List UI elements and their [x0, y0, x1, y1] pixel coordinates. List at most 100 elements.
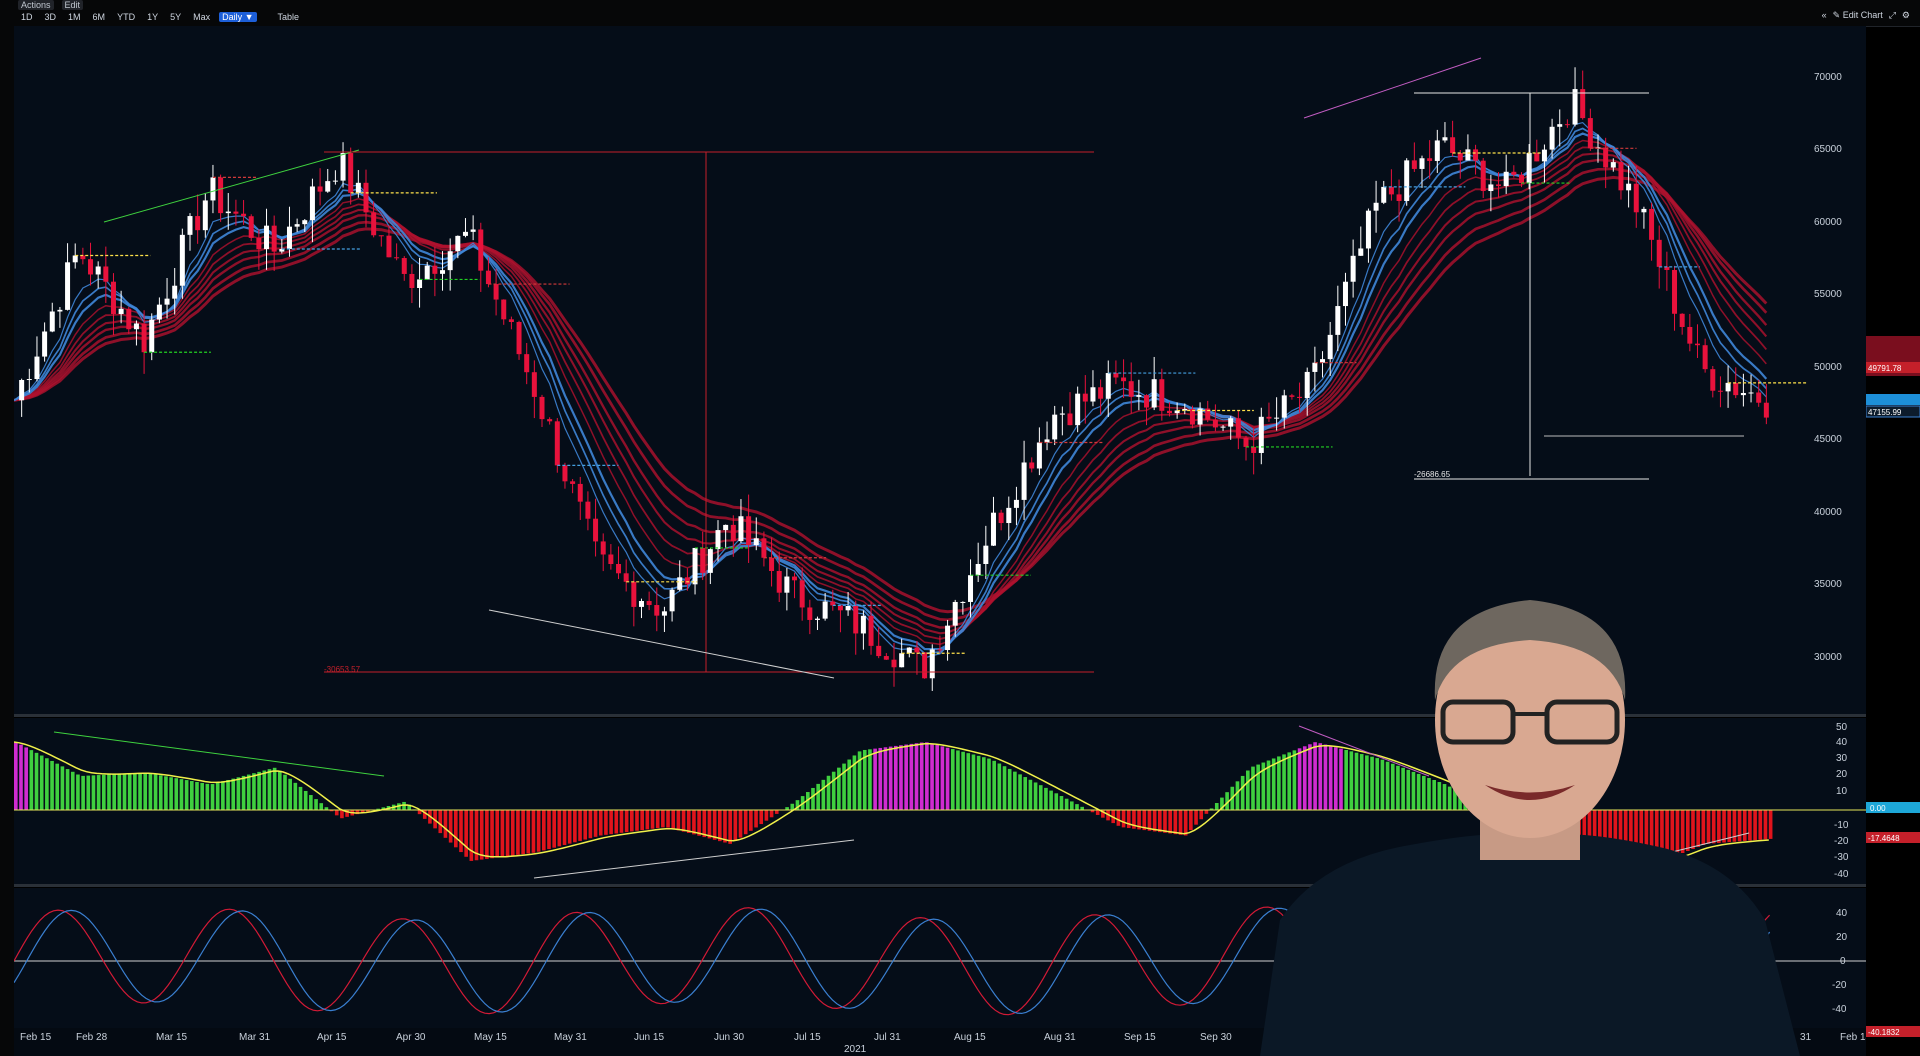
macd-bar: [961, 751, 965, 810]
candle-body: [1358, 248, 1364, 256]
macd-bar: [226, 779, 230, 810]
date-tick: Mar 15: [156, 1032, 188, 1043]
period-6m[interactable]: 6M: [90, 12, 109, 22]
macd-bar: [536, 810, 541, 852]
period-5y[interactable]: 5Y: [167, 12, 184, 22]
candle-body: [88, 259, 94, 275]
interval-dropdown[interactable]: Daily ▼: [219, 12, 257, 22]
candle-body: [1243, 437, 1249, 447]
macd-bar: [117, 773, 122, 810]
candle-body: [1450, 137, 1456, 154]
period-1y[interactable]: 1Y: [144, 12, 161, 22]
candle-body: [1725, 382, 1731, 392]
candle-body: [531, 372, 537, 397]
candle-body: [1281, 395, 1287, 418]
candle-body: [1694, 343, 1700, 346]
macd-bar: [1018, 774, 1022, 810]
macd-bar: [464, 810, 468, 857]
macd-bar: [1401, 767, 1405, 810]
macd-bar: [614, 810, 619, 834]
candle-body: [1159, 379, 1165, 411]
candle-body: [608, 554, 614, 565]
gear-icon[interactable]: ⚙: [1902, 10, 1910, 21]
candle-body: [1335, 306, 1341, 335]
macd-bar: [925, 742, 929, 810]
macd-bar: [666, 810, 670, 828]
macd-bar: [112, 774, 116, 810]
candle-body: [1626, 183, 1632, 191]
period-3d[interactable]: 3D: [42, 12, 60, 22]
date-axis-svg: Feb 15 Feb 28 Mar 15 Mar 31 Apr 15 Apr 30 May …: [20, 1032, 1872, 1055]
macd-bar: [790, 803, 795, 810]
macd-bar: [769, 810, 774, 818]
macd-bar: [1722, 810, 1726, 843]
macd-bar: [500, 810, 505, 857]
macd-bar: [1251, 766, 1255, 810]
year-label: 2021: [844, 1044, 867, 1055]
period-ytd[interactable]: YTD: [114, 12, 138, 22]
macd-bar: [1473, 800, 1478, 810]
macd-bar: [754, 810, 758, 828]
candle-body: [141, 323, 147, 353]
macd-panel[interactable]: 50 40 30 20 10 -10 -20 -30 -40: [13, 718, 1866, 884]
macd-bar: [1385, 761, 1390, 810]
macd-bar: [1634, 810, 1638, 869]
price-badge-last-text: 47155.99: [1868, 408, 1902, 417]
candle-body: [1381, 186, 1387, 203]
macd-bar: [24, 747, 28, 810]
macd-bar: [1380, 759, 1385, 810]
macd-bar: [1458, 792, 1462, 810]
macd-bar: [469, 810, 474, 861]
candle-body: [256, 237, 262, 250]
macd-bar: [1706, 810, 1711, 844]
stoch-tick-20: 20: [1836, 932, 1848, 943]
macd-bar: [70, 771, 75, 810]
candle-body: [700, 547, 706, 573]
candle-body: [417, 279, 423, 288]
chart-toolbar: Actions Edit 1D 3D 1M 6M YTD 1Y 5Y Max D…: [0, 0, 1920, 27]
period-1m[interactable]: 1M: [65, 12, 84, 22]
candle-body: [799, 580, 805, 608]
macd-bar: [1126, 810, 1131, 829]
date-tick: Aug 31: [1044, 1032, 1076, 1043]
macd-bar: [1670, 810, 1675, 858]
macd-bar: [1432, 779, 1436, 810]
macd-bar: [122, 773, 127, 810]
candle-body: [195, 216, 201, 231]
table-button[interactable]: Table: [275, 12, 303, 22]
collapse-icon[interactable]: «: [1822, 10, 1827, 21]
macd-bar: [1023, 777, 1028, 810]
macd-bar: [1277, 756, 1281, 810]
price-panel[interactable]: -30653.57 -26686.65 70000 65000 60000 55…: [13, 26, 1866, 714]
macd-bar: [236, 777, 241, 810]
macd-bar: [309, 795, 313, 810]
macd-bar: [904, 744, 908, 810]
actions-menu[interactable]: Actions: [18, 0, 54, 10]
candle-body: [1312, 362, 1318, 372]
candle-body: [172, 285, 178, 299]
price-tick-30000: 30000: [1814, 652, 1842, 663]
candle-body: [585, 501, 591, 519]
period-1d[interactable]: 1D: [18, 12, 36, 22]
macd-bar: [210, 784, 215, 810]
macd-bar: [1370, 756, 1374, 810]
fast-ema-10: [13, 132, 1768, 651]
candle-body: [149, 319, 155, 353]
panel-divider-1[interactable]: [14, 714, 1866, 717]
expand-icon[interactable]: ⤢: [1889, 10, 1896, 21]
macd-bar: [1629, 810, 1633, 867]
macd-bar: [873, 748, 877, 810]
macd-bar: [76, 774, 80, 810]
candle-body: [746, 516, 752, 546]
edit-menu[interactable]: Edit: [61, 0, 84, 10]
macd-bar: [868, 749, 872, 810]
edit-chart-button[interactable]: ✎ Edit Chart: [1833, 10, 1883, 21]
candle-body: [807, 607, 813, 620]
macd-trendline-2: [533, 839, 855, 879]
macd-bar: [1375, 758, 1380, 810]
candle-body: [906, 647, 912, 654]
panel-divider-2[interactable]: [14, 884, 1866, 887]
stochastic-panel[interactable]: 40 20 0 -20 -40: [13, 888, 1866, 1028]
period-max[interactable]: Max: [190, 12, 213, 22]
period-selector: 1D 3D 1M 6M YTD 1Y 5Y Max Daily ▼ Table: [18, 10, 302, 24]
